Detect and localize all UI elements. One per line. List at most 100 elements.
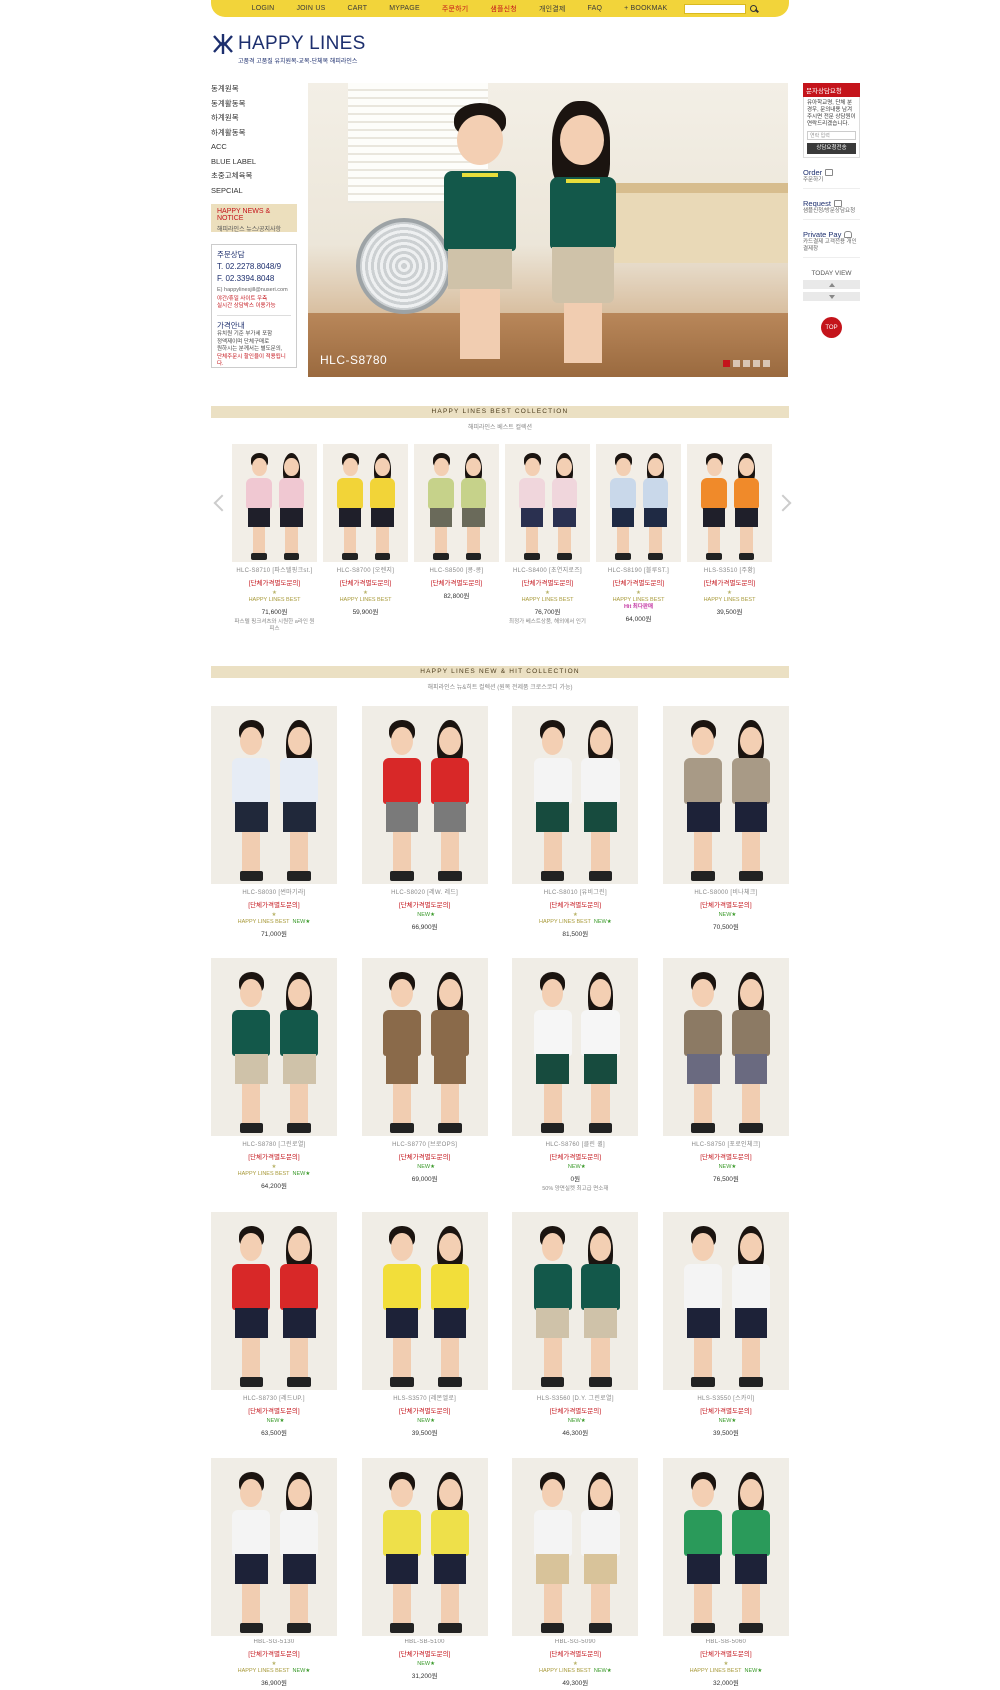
- product-name[interactable]: HLC-S8730 [레드UP.]: [211, 1393, 337, 1402]
- product-name[interactable]: HLC-S8030 [썬마기라]: [211, 887, 337, 896]
- nav-join-link[interactable]: JOIN US: [285, 5, 336, 12]
- carousel-next-button[interactable]: [780, 493, 790, 515]
- search-icon[interactable]: [749, 4, 759, 14]
- product-name[interactable]: HBL-SB-5100: [362, 1639, 488, 1645]
- product-name[interactable]: HLC-S8760 [클린 퀼]: [512, 1139, 638, 1148]
- product-thumbnail[interactable]: [361, 1458, 488, 1636]
- product-thumbnail[interactable]: [211, 958, 337, 1136]
- product-thumbnail[interactable]: [361, 958, 488, 1136]
- product-card[interactable]: HLS-S3510 [주황] [단체가격별도문의] ★ HAPPY LINES BES…: [687, 444, 772, 633]
- product-card[interactable]: HLC-S8000 [비나체크] [단체가격별도문의] NEW★ 70,500원: [662, 706, 789, 938]
- product-card[interactable]: HLC-S8710 [파스텔핑크st.] [단체가격별도문의] ★ HAPPY LIN…: [232, 444, 317, 633]
- product-thumbnail[interactable]: [512, 1458, 639, 1636]
- product-card[interactable]: HLC-S8190 [블루ST.] [단체가격별도문의] ★ HAPPY LINES …: [596, 444, 681, 633]
- product-name[interactable]: HLC-S8710 [파스텔핑크st.]: [232, 565, 317, 574]
- product-thumbnail[interactable]: [662, 1458, 789, 1636]
- product-name[interactable]: HLS-S3510 [주황]: [687, 565, 772, 574]
- product-name[interactable]: HBL-SG-5090: [512, 1639, 638, 1645]
- category-item[interactable]: 초중고체육복: [211, 169, 301, 184]
- product-thumbnail[interactable]: [361, 706, 488, 884]
- product-name[interactable]: HLC-S8750 [포로인체크]: [663, 1139, 789, 1148]
- product-card[interactable]: HLC-S8780 [그린로열] [단체가격별도문의] ★ HAPPY LINES B…: [211, 958, 337, 1193]
- nav-sample-link[interactable]: 샘플신청: [479, 4, 528, 14]
- product-thumbnail[interactable]: [211, 1458, 337, 1636]
- product-card[interactable]: HLC-S8750 [포로인체크] [단체가격별도문의] NEW★ 76,500원: [662, 958, 789, 1193]
- nav-login-link[interactable]: LOGIN: [241, 5, 286, 12]
- category-item[interactable]: 하계원복: [211, 111, 301, 126]
- product-thumbnail[interactable]: [512, 1212, 639, 1390]
- product-name[interactable]: HBL-SG-5130: [211, 1639, 337, 1645]
- nav-faq-link[interactable]: FAQ: [577, 5, 614, 12]
- category-item[interactable]: ACC: [211, 140, 301, 155]
- product-thumbnail[interactable]: [211, 706, 337, 884]
- product-card[interactable]: HLC-S8010 [유비그린] [단체가격별도문의] ★ HAPPY LINES B…: [512, 706, 639, 938]
- sms-send-button[interactable]: 상담요청전송: [807, 143, 856, 154]
- search-input[interactable]: [684, 3, 747, 14]
- product-thumbnail[interactable]: [505, 444, 590, 562]
- product-thumbnail[interactable]: [512, 958, 639, 1136]
- product-card[interactable]: HLS-S3550 [스카이] [단체가격별도문의] NEW★ 39,500원: [662, 1212, 789, 1437]
- site-logo[interactable]: HAPPY LINES 고품격 고품질 유치원복-교복-단체복 해피라인스: [211, 32, 371, 66]
- product-name[interactable]: HLC-S8010 [유비그린]: [512, 887, 638, 896]
- product-card[interactable]: HLC-S8700 [오렌지] [단체가격별도문의] ★ HAPPY LINES BE…: [323, 444, 408, 633]
- nav-order-link[interactable]: 주문하기: [431, 4, 480, 14]
- contact-email[interactable]: E) happylinesjill@nuseri.com: [217, 287, 291, 293]
- category-item[interactable]: 하계활동복: [211, 126, 301, 141]
- product-name[interactable]: HLC-S8700 [오렌지]: [323, 565, 408, 574]
- product-name[interactable]: HLC-S8000 [비나체크]: [663, 887, 789, 896]
- product-card[interactable]: HBL-SG-5090 [단체가격별도문의] ★ HAPPY LINES BEST NE…: [512, 1458, 639, 1687]
- category-item[interactable]: 동계원복: [211, 82, 301, 97]
- quick-request-link[interactable]: Request 샘플신청/방문상담요청: [803, 199, 860, 220]
- product-thumbnail[interactable]: [687, 444, 772, 562]
- hero-pager-dot[interactable]: [723, 360, 730, 367]
- product-card[interactable]: HBL-SB-5060 [단체가격별도문의] ★ HAPPY LINES BEST NE…: [662, 1458, 789, 1687]
- category-item[interactable]: BLUE LABEL: [211, 155, 301, 170]
- today-view-down-button[interactable]: [803, 292, 860, 301]
- product-card[interactable]: HLS-S3570 [레몬엘로] [단체가격별도문의] NEW★ 39,500원: [361, 1212, 488, 1437]
- product-card[interactable]: HBL-SB-5100 [단체가격별도문의] NEW★ 31,200원: [361, 1458, 488, 1687]
- nav-private-pay-link[interactable]: 개인결제: [528, 4, 577, 14]
- quick-private-pay-link[interactable]: Private Pay 카드결제 고객전용 개인결제창: [803, 230, 860, 258]
- news-notice-banner[interactable]: HAPPY NEWS & NOTICE 해피라인스 뉴스/공지사항: [211, 204, 297, 233]
- quick-order-link[interactable]: Order 주문하기: [803, 168, 860, 189]
- product-thumbnail[interactable]: [512, 706, 639, 884]
- product-card[interactable]: HLC-S8400 [초연지로즈] [단체가격별도문의] ★ HAPPY LINES …: [505, 444, 590, 633]
- product-thumbnail[interactable]: [361, 1212, 488, 1390]
- nav-bookmark-link[interactable]: + BOOKMAK: [613, 5, 678, 12]
- product-thumbnail[interactable]: [662, 1212, 789, 1390]
- product-card[interactable]: HLC-S8030 [썬마기라] [단체가격별도문의] ★ HAPPY LINES B…: [211, 706, 337, 938]
- hero-pager-dot[interactable]: [743, 360, 750, 367]
- product-name[interactable]: HLC-S8500 [콩-콩]: [414, 565, 499, 574]
- hero-banner[interactable]: HLC-S8780: [308, 83, 788, 377]
- product-card[interactable]: HLC-S8760 [클린 퀼] [단체가격별도문의] NEW★ 0원 50% 양면실켓…: [512, 958, 639, 1193]
- carousel-prev-button[interactable]: [214, 493, 224, 515]
- scroll-top-button[interactable]: TOP: [821, 317, 842, 338]
- product-thumbnail[interactable]: [232, 444, 317, 562]
- today-view-up-button[interactable]: [803, 280, 860, 289]
- product-name[interactable]: HLC-S8190 [블루ST.]: [596, 565, 681, 574]
- category-item[interactable]: 동계활동복: [211, 97, 301, 112]
- product-name[interactable]: HLC-S8020 [레W. 레드]: [362, 887, 488, 896]
- product-thumbnail[interactable]: [323, 444, 408, 562]
- product-name[interactable]: HBL-SB-5060: [663, 1639, 789, 1645]
- product-card[interactable]: HLS-S3560 [D.Y. 그린로열] [단체가격별도문의] NEW★ 46,30…: [512, 1212, 639, 1437]
- product-card[interactable]: HLC-S8500 [콩-콩] [단체가격별도문의] 82,800원: [414, 444, 499, 633]
- product-card[interactable]: HLC-S8730 [레드UP.] [단체가격별도문의] NEW★ 63,500원: [211, 1212, 337, 1437]
- product-card[interactable]: HLC-S8020 [레W. 레드] [단체가격별도문의] NEW★ 66,900원: [361, 706, 488, 938]
- product-thumbnail[interactable]: [414, 444, 499, 562]
- hero-pager-dot[interactable]: [753, 360, 760, 367]
- hero-pager-dot[interactable]: [733, 360, 740, 367]
- product-thumbnail[interactable]: [662, 958, 789, 1136]
- sms-phone-input[interactable]: 연락 입력: [807, 131, 856, 140]
- category-item[interactable]: SEPCIAL: [211, 184, 301, 199]
- product-thumbnail[interactable]: [211, 1212, 337, 1390]
- product-name[interactable]: HLS-S3570 [레몬엘로]: [362, 1393, 488, 1402]
- product-name[interactable]: HLC-S8770 [브로OPS]: [362, 1139, 488, 1148]
- product-thumbnail[interactable]: [662, 706, 789, 884]
- product-thumbnail[interactable]: [596, 444, 681, 562]
- product-name[interactable]: HLS-S3560 [D.Y. 그린로열]: [512, 1393, 638, 1402]
- product-name[interactable]: HLS-S3550 [스카이]: [663, 1393, 789, 1402]
- product-card[interactable]: HBL-SG-5130 [단체가격별도문의] ★ HAPPY LINES BEST NE…: [211, 1458, 337, 1687]
- product-card[interactable]: HLC-S8770 [브로OPS] [단체가격별도문의] NEW★ 69,000원: [361, 958, 488, 1193]
- nav-cart-link[interactable]: CART: [336, 5, 378, 12]
